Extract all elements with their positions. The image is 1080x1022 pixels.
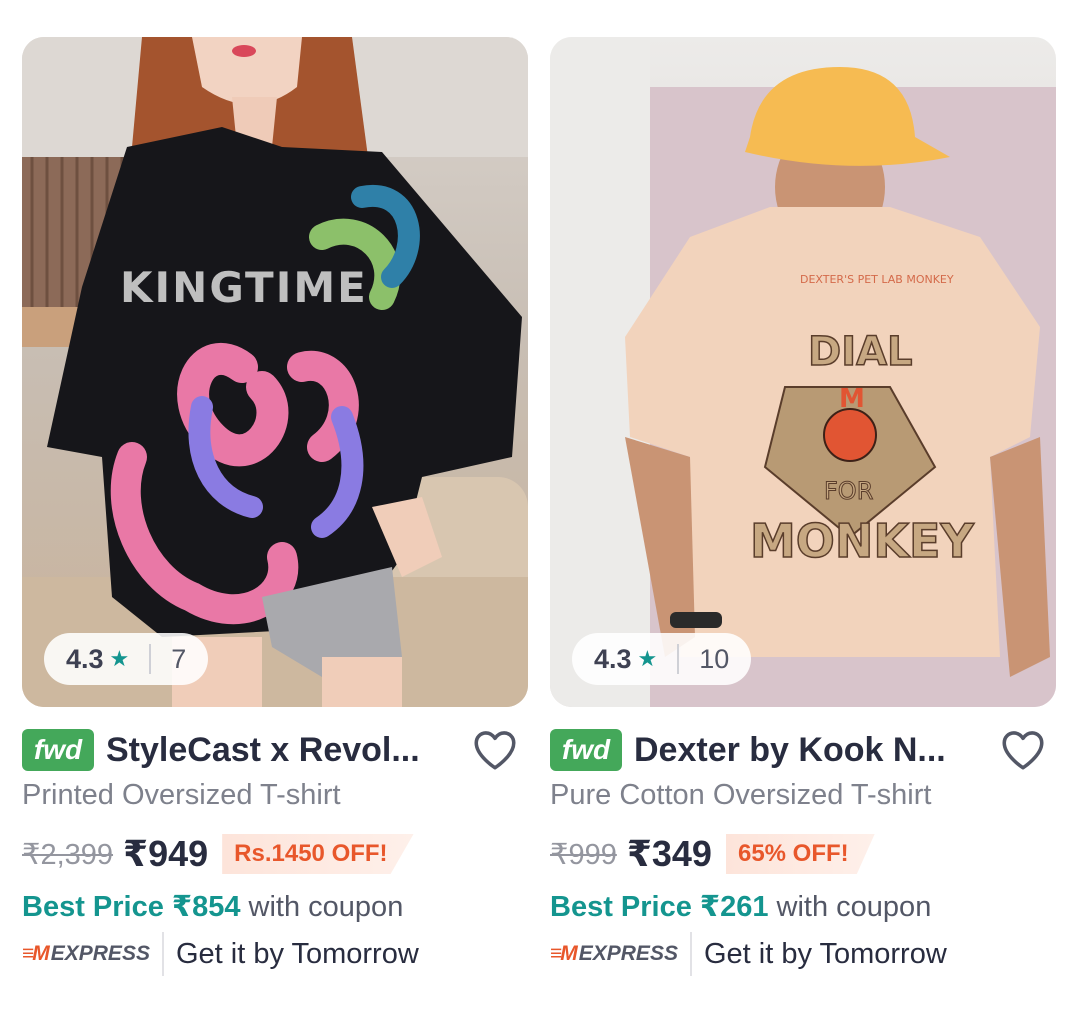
best-price: Best Price ₹261 [550, 891, 769, 923]
express-label: EXPRESS [578, 942, 678, 965]
price-row: ₹2,399 ₹949 Rs.1450 OFF! [22, 831, 414, 877]
product-card[interactable]: DEXTER'S PET LAB MONKEY DIAL M FOR MONKE… [550, 37, 1056, 997]
product-image[interactable]: DEXTER'S PET LAB MONKEY DIAL M FOR MONKE… [550, 37, 1056, 707]
print-m-text: M [839, 384, 865, 414]
heart-icon[interactable] [998, 725, 1048, 775]
product-brand[interactable]: Dexter by Kook N... [634, 731, 970, 770]
selling-price: ₹949 [123, 833, 209, 874]
heart-icon[interactable] [470, 725, 520, 775]
coupon-text: with coupon [776, 891, 932, 923]
express-logo-icon: ≡M EXPRESS [550, 942, 678, 965]
product-photo-illustration: KINGTIME [22, 37, 528, 707]
discount-tag: Rs.1450 OFF! [222, 834, 414, 874]
star-icon: ★ [637, 646, 658, 671]
rating-count: 10 [699, 643, 730, 674]
print-small-text: DEXTER'S PET LAB MONKEY [800, 273, 954, 286]
print-dial-text: DIAL [808, 329, 913, 375]
delivery-text: Get it by Tomorrow [703, 937, 947, 970]
product-image[interactable]: KINGTIME 4.3 ★ 7 [22, 37, 528, 707]
product-brand[interactable]: StyleCast x Revol... [106, 731, 442, 770]
express-label: EXPRESS [50, 942, 150, 965]
rating-divider [677, 644, 680, 674]
selling-price: ₹349 [626, 833, 712, 874]
rating-value: 4.3 [594, 643, 632, 674]
best-price-row: Best Price ₹854 with coupon [22, 889, 403, 924]
shirt-print-text: KINGTIME [120, 263, 368, 312]
product-subtitle: Printed Oversized T-shirt [22, 779, 341, 811]
star-icon: ★ [109, 646, 130, 671]
coupon-text: with coupon [248, 891, 404, 923]
fwd-badge: fwd [550, 729, 622, 771]
discount-tag: 65% OFF! [725, 834, 875, 874]
rating-count: 7 [171, 643, 187, 674]
product-title-row: fwd Dexter by Kook N... [550, 727, 1056, 773]
price-row: ₹999 ₹349 65% OFF! [550, 831, 875, 877]
rating-value: 4.3 [66, 643, 104, 674]
express-logo-icon: ≡M EXPRESS [22, 942, 150, 965]
delivery-text: Get it by Tomorrow [175, 937, 419, 970]
rating-divider [149, 644, 152, 674]
rating-pill: 4.3 ★ 7 [44, 633, 209, 685]
product-title-row: fwd StyleCast x Revol... [22, 727, 528, 773]
product-card[interactable]: KINGTIME 4.3 ★ 7 fwd StyleCast x Revol..… [22, 37, 528, 997]
mrp-price: ₹999 [550, 838, 617, 871]
print-for-text: FOR [824, 477, 873, 505]
delivery-divider [689, 932, 692, 976]
delivery-row: ≡M EXPRESS Get it by Tomorrow [22, 931, 419, 977]
best-price: Best Price ₹854 [22, 891, 241, 923]
print-monkey-text: MONKEY [750, 514, 974, 568]
best-price-row: Best Price ₹261 with coupon [550, 889, 931, 924]
mrp-price: ₹2,399 [22, 838, 114, 871]
rating-pill: 4.3 ★ 10 [572, 633, 752, 685]
delivery-row: ≡M EXPRESS Get it by Tomorrow [550, 931, 947, 977]
product-subtitle: Pure Cotton Oversized T-shirt [550, 779, 932, 811]
delivery-divider [161, 932, 164, 976]
fwd-badge: fwd [22, 729, 94, 771]
product-photo-illustration: DEXTER'S PET LAB MONKEY DIAL M FOR MONKE… [550, 37, 1056, 707]
